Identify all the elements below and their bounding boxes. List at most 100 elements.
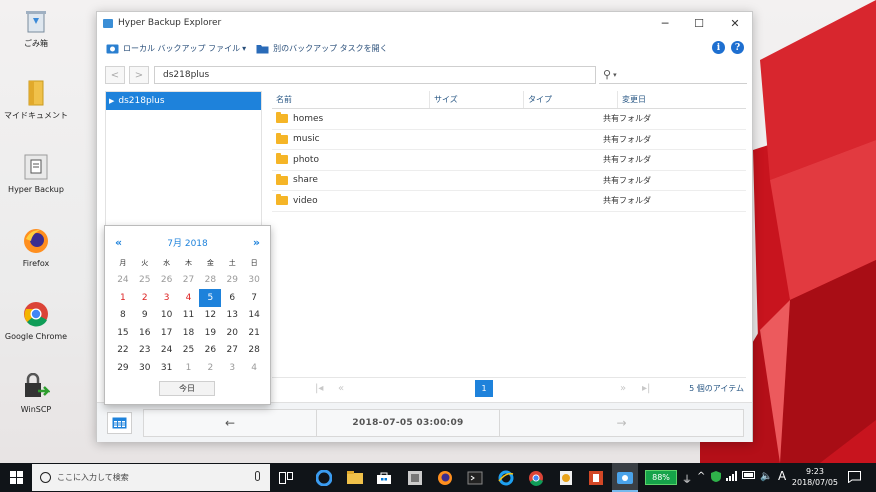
calendar-day[interactable]: 12 — [199, 307, 221, 325]
calendar-day[interactable]: 20 — [221, 324, 243, 342]
calendar-day[interactable]: 18 — [178, 324, 200, 342]
calendar-day[interactable]: 28 — [199, 272, 221, 290]
calendar-day[interactable]: 8 — [112, 307, 134, 325]
prev-page-button[interactable]: « — [338, 383, 344, 394]
desktop-icon-winscp[interactable]: WinSCP — [3, 372, 69, 415]
plug-icon[interactable]: ⏚ — [682, 471, 692, 486]
calendar-day[interactable]: 26 — [199, 342, 221, 360]
calendar-day-selected[interactable]: 5 — [199, 289, 222, 307]
column-name[interactable]: 名前 — [272, 91, 430, 108]
calendar-day[interactable]: 31 — [156, 359, 178, 377]
today-button[interactable]: 今日 — [159, 381, 215, 396]
next-month-button[interactable]: » — [253, 236, 260, 249]
info-icon[interactable]: i — [712, 41, 725, 54]
calendar-day[interactable]: 4 — [178, 289, 200, 307]
column-size[interactable]: サイズ — [430, 91, 524, 108]
speaker-icon[interactable]: 🔈 — [760, 471, 772, 482]
defender-icon[interactable] — [711, 471, 721, 485]
calendar-day[interactable]: 29 — [112, 359, 134, 377]
table-row[interactable]: photo 共有フォルダ — [272, 150, 746, 171]
hyper-backup-taskbar-button[interactable] — [612, 463, 638, 492]
chrome-taskbar-icon[interactable] — [526, 468, 546, 487]
calendar-day[interactable]: 6 — [221, 289, 243, 307]
calendar-day[interactable]: 14 — [243, 307, 265, 325]
minimize-button[interactable]: ─ — [648, 12, 682, 34]
calendar-day[interactable]: 1 — [112, 289, 134, 307]
calendar-day[interactable]: 28 — [243, 342, 265, 360]
taskbar-search-box[interactable]: ここに入力して検索 — [32, 464, 270, 491]
first-page-button[interactable]: |◂ — [315, 383, 323, 394]
last-page-button[interactable]: ▸| — [642, 383, 650, 394]
calendar-day[interactable]: 22 — [112, 342, 134, 360]
app-taskbar-icon[interactable] — [405, 468, 425, 487]
open-other-task-button[interactable]: 別のバックアップ タスクを開く — [256, 43, 388, 54]
calendar-day[interactable]: 26 — [156, 272, 178, 290]
calendar-day[interactable]: 23 — [134, 342, 156, 360]
forward-button[interactable]: > — [129, 66, 149, 84]
next-version-button[interactable]: → — [499, 409, 744, 437]
column-modified[interactable]: 変更日 — [618, 91, 746, 108]
calendar-day[interactable]: 27 — [178, 272, 200, 290]
action-center-icon[interactable] — [848, 471, 861, 486]
maximize-button[interactable]: ☐ — [682, 12, 716, 34]
network-icon[interactable] — [726, 471, 738, 484]
back-button[interactable]: < — [105, 66, 125, 84]
next-page-button[interactable]: » — [620, 383, 626, 394]
terminal-taskbar-icon[interactable] — [465, 468, 485, 487]
ime-mode-indicator[interactable]: A — [778, 469, 786, 483]
table-row[interactable]: homes 共有フォルダ — [272, 109, 746, 130]
edge-taskbar-icon[interactable] — [314, 468, 334, 487]
microphone-icon[interactable] — [255, 471, 260, 481]
calendar-day[interactable]: 11 — [178, 307, 200, 325]
search-field[interactable]: ⚲ ▾ — [599, 66, 747, 84]
table-row[interactable]: music 共有フォルダ — [272, 130, 746, 150]
calendar-day[interactable]: 4 — [243, 359, 265, 377]
help-icon[interactable]: ? — [731, 41, 744, 54]
pdf-taskbar-icon[interactable] — [556, 468, 576, 487]
calendar-day[interactable]: 30 — [243, 272, 265, 290]
expand-arrow-icon[interactable]: ▶ — [109, 97, 114, 105]
battery-icon[interactable] — [742, 471, 756, 482]
calendar-day[interactable]: 3 — [221, 359, 243, 377]
calendar-day[interactable]: 3 — [156, 289, 178, 307]
store-taskbar-icon[interactable] — [374, 468, 394, 487]
desktop-icon-firefox[interactable]: Firefox — [3, 226, 69, 269]
calendar-day[interactable]: 1 — [178, 359, 200, 377]
calendar-day[interactable]: 9 — [134, 307, 156, 325]
path-field[interactable]: ds218plus — [154, 66, 596, 84]
calendar-day[interactable]: 25 — [134, 272, 156, 290]
taskbar-clock[interactable]: 9:23 2018/07/05 — [792, 466, 838, 488]
explorer-taskbar-icon[interactable] — [345, 468, 365, 487]
calendar-day[interactable]: 15 — [112, 324, 134, 342]
local-backup-file-menu[interactable]: ローカル バックアップ ファイル ▾ — [106, 43, 246, 54]
calendar-day[interactable]: 30 — [134, 359, 156, 377]
firefox-taskbar-icon[interactable] — [435, 468, 455, 487]
calendar-day[interactable]: 2 — [134, 289, 156, 307]
calendar-day[interactable]: 17 — [156, 324, 178, 342]
desktop-icon-document[interactable]: Hyper Backup — [3, 152, 69, 195]
battery-indicator[interactable]: 88% — [645, 470, 677, 485]
desktop-icon-folder[interactable]: マイドキュメント — [3, 78, 69, 121]
column-type[interactable]: タイプ — [524, 91, 618, 108]
table-row[interactable]: share 共有フォルダ — [272, 171, 746, 191]
tray-expand-icon[interactable]: ^ — [697, 471, 705, 482]
calendar-day[interactable]: 21 — [243, 324, 265, 342]
calendar-day[interactable]: 24 — [156, 342, 178, 360]
calendar-day[interactable]: 25 — [178, 342, 200, 360]
calendar-day[interactable]: 29 — [221, 272, 243, 290]
calendar-day[interactable]: 16 — [134, 324, 156, 342]
calendar-day[interactable]: 19 — [199, 324, 221, 342]
calendar-day[interactable]: 24 — [112, 272, 134, 290]
tree-item-ds218plus[interactable]: ▶ ds218plus — [106, 92, 261, 110]
calendar-day[interactable]: 7 — [243, 289, 265, 307]
close-button[interactable]: ✕ — [718, 12, 752, 34]
table-row[interactable]: video 共有フォルダ — [272, 191, 746, 212]
calendar-day[interactable]: 13 — [221, 307, 243, 325]
calendar-day[interactable]: 27 — [221, 342, 243, 360]
previous-version-button[interactable]: ← — [143, 409, 317, 437]
start-button[interactable] — [0, 463, 32, 492]
ie-taskbar-icon[interactable] — [496, 468, 516, 487]
calendar-day[interactable]: 10 — [156, 307, 178, 325]
powerpoint-taskbar-icon[interactable] — [586, 468, 606, 487]
page-number-button[interactable]: 1 — [475, 380, 493, 397]
